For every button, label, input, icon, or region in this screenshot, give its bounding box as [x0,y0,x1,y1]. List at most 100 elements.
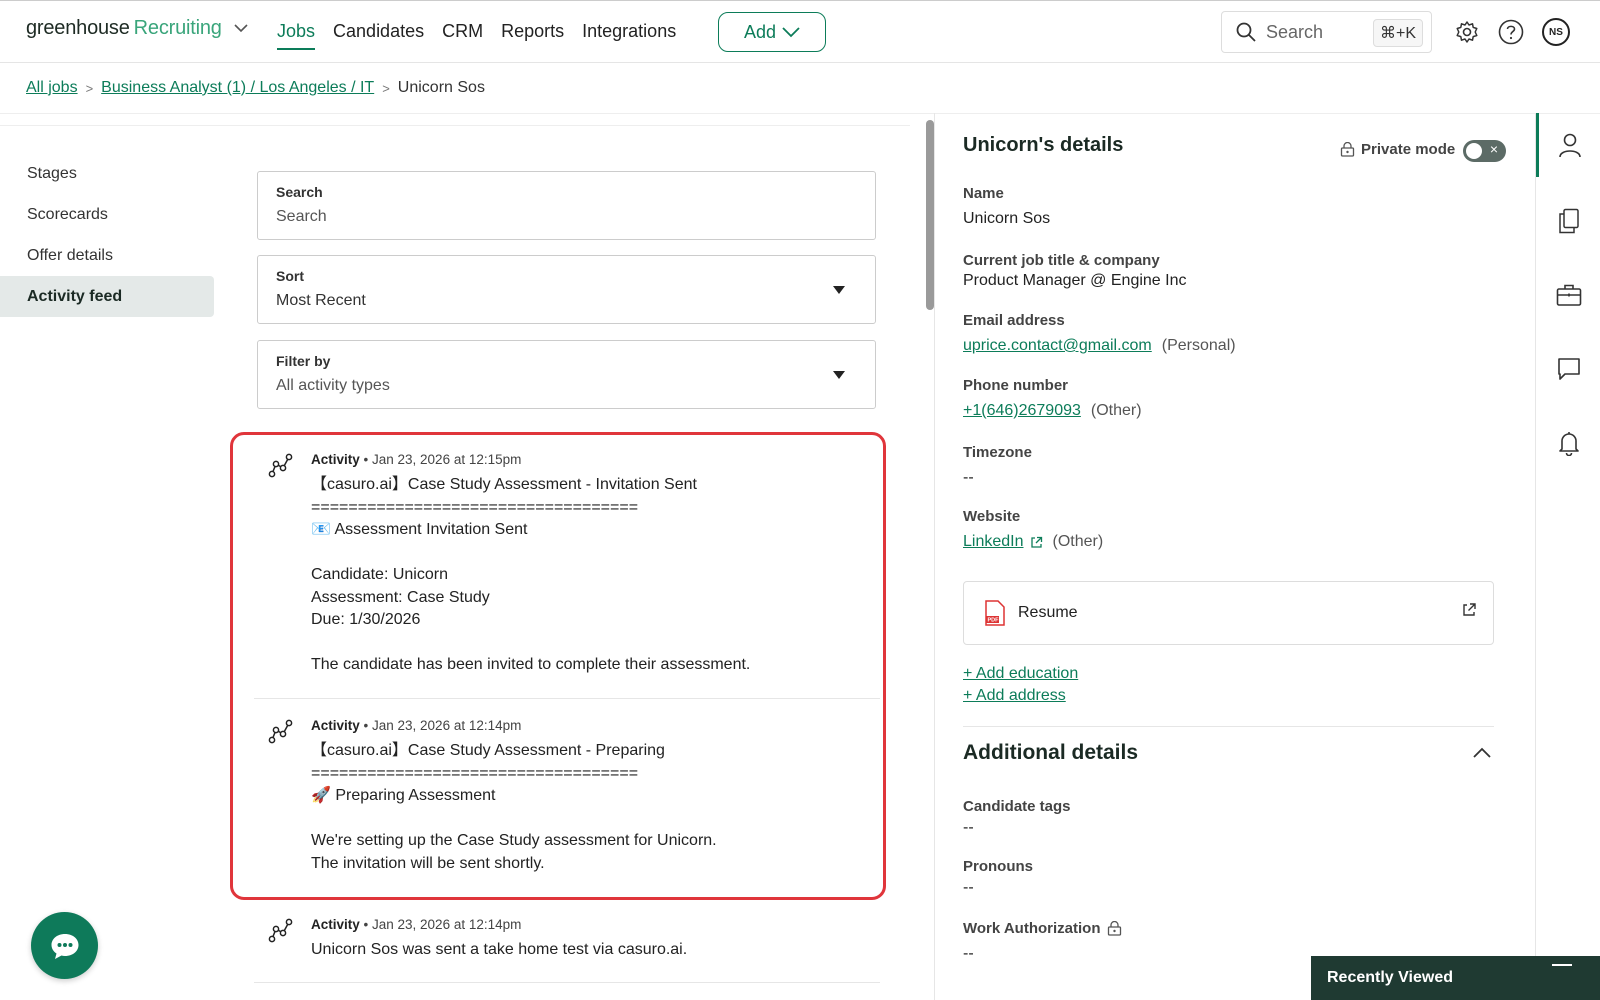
website-link[interactable]: LinkedIn [963,533,1024,551]
chevron-down-icon[interactable] [234,22,248,36]
private-mode-text: Private mode [1361,141,1456,158]
activity-graph-icon [268,452,294,483]
activity-divider [254,698,880,699]
app-logo[interactable]: greenhouse Recruiting [26,17,248,40]
bell-icon[interactable] [1536,411,1600,475]
chat-comment-icon[interactable] [1536,337,1600,401]
minimize-icon[interactable] [1552,964,1572,966]
work-auth-value: -- [963,945,974,963]
chevron-down-icon [782,26,800,37]
recently-viewed-label: Recently Viewed [1327,969,1453,986]
work-auth-text: Work Authorization [963,920,1101,937]
add-education-link[interactable]: + Add education [963,665,1078,683]
chevron-up-icon[interactable] [1473,745,1491,763]
phone-type: (Other) [1090,402,1142,419]
work-auth-value-text: -- [963,945,974,962]
pronouns-value: -- [963,879,974,897]
candidate-tags-label: Candidate tags [963,798,1071,815]
sidenav-item-activity-feed[interactable]: Activity feed [0,276,214,317]
breadcrumb-job[interactable]: Business Analyst (1) / Los Angeles / IT [101,79,374,97]
candidate-tags-value: -- [963,819,974,837]
email-label: Email address [963,312,1065,329]
sort-value: Most Recent [276,292,366,309]
nav-link-integrations[interactable]: Integrations [582,21,676,50]
website-type: (Other) [1052,533,1104,550]
sidenav-item-scorecards[interactable]: Scorecards [0,194,214,235]
activity-search-input[interactable]: Search [276,208,857,226]
recently-viewed-bar[interactable]: Recently Viewed [1311,956,1600,1000]
activity-header: Activity • Jan 23, 2026 at 12:14pm [311,917,888,932]
briefcase-icon[interactable] [1536,263,1600,327]
close-icon: × [1489,141,1498,157]
feed-scrollbar[interactable] [926,120,934,310]
help-icon[interactable] [1496,17,1526,47]
global-search-input[interactable]: Search ⌘+K [1221,11,1432,53]
dropdown-caret-icon [833,286,845,294]
documents-icon[interactable] [1536,189,1600,253]
settings-gear-icon[interactable] [1452,17,1482,47]
activity-search-field[interactable]: Search Search [257,171,876,240]
toggle-knob [1466,143,1482,159]
activity-header: Activity • Jan 23, 2026 at 12:15pm [311,452,888,467]
resume-card[interactable]: PDF Resume [963,581,1494,645]
sidenav-item-offer-details[interactable]: Offer details [0,235,214,276]
logo-main-text: greenhouse [26,17,130,39]
email-value: uprice.contact@gmail.com (Personal) [963,337,1236,355]
phone-value: +1(646)2679093 (Other) [963,402,1142,420]
add-button[interactable]: Add [718,12,826,52]
job-title-value: Product Manager @ Engine Inc [963,272,1186,290]
activity-item: Activity • Jan 23, 2026 at 12:14pm Unico… [268,917,888,962]
search-icon [1236,22,1256,42]
external-link-icon[interactable] [1030,536,1043,549]
breadcrumb-all-jobs[interactable]: All jobs [26,79,78,97]
private-mode-toggle[interactable]: × [1463,140,1506,162]
chat-bubble-icon [51,933,78,959]
work-auth-label: Work Authorization [963,920,1122,937]
website-value: LinkedIn (Other) [963,533,1103,551]
lock-icon [1340,142,1355,157]
dropdown-caret-icon [833,371,845,379]
email-link[interactable]: uprice.contact@gmail.com [963,337,1152,355]
sidenav-item-stages[interactable]: Stages [0,153,214,194]
activity-item: Activity • Jan 23, 2026 at 12:15pm 【casu… [268,452,888,677]
activity-body: 【casuro.ai】Case Study Assessment - Invit… [311,476,751,673]
name-text: Unicorn Sos [963,210,1051,227]
person-icon[interactable] [1536,113,1600,177]
nav-link-jobs[interactable]: Jobs [277,21,316,50]
activity-header: Activity • Jan 23, 2026 at 12:14pm [311,718,888,733]
candidate-tags-text: -- [963,819,974,836]
activity-divider [254,982,880,983]
website-label: Website [963,508,1021,525]
content-top-divider [0,125,910,126]
nav-link-reports[interactable]: Reports [501,21,564,50]
phone-link[interactable]: +1(646)2679093 [963,402,1081,420]
pronouns-label: Pronouns [963,858,1033,875]
filter-by-select[interactable]: Filter by All activity types [257,340,876,409]
nav-link-crm[interactable]: CRM [442,21,483,50]
filter-by-value: All activity types [276,377,390,394]
additional-details-title: Additional details [963,741,1139,764]
activity-body: 【casuro.ai】Case Study Assessment - Prepa… [311,742,717,872]
breadcrumb: All jobs > Business Analyst (1) / Los An… [26,79,485,97]
activity-search-label: Search [276,184,323,200]
resume-label: Resume [1018,604,1078,621]
sort-select[interactable]: Sort Most Recent [257,255,876,324]
search-shortcut-badge: ⌘+K [1372,19,1423,47]
chat-support-button[interactable] [31,912,98,979]
details-divider [963,726,1494,727]
timezone-label: Timezone [963,444,1032,461]
add-address-link[interactable]: + Add address [963,687,1066,705]
nav-link-candidates[interactable]: Candidates [333,21,424,50]
right-rail [1535,113,1600,1000]
breadcrumb-candidate: Unicorn Sos [397,79,485,96]
lock-icon [1107,921,1121,936]
name-value: Unicorn Sos [963,210,1050,228]
external-link-icon[interactable] [1461,602,1477,623]
job-title-text: Product Manager @ Engine Inc [963,272,1187,289]
breadcrumb-divider [0,113,1600,114]
user-avatar[interactable]: NS [1542,18,1570,46]
activity-date: • Jan 23, 2026 at 12:15pm [359,452,522,467]
candidate-sidenav: Stages Scorecards Offer details Activity… [0,153,214,317]
add-button-label: Add [743,21,777,42]
activity-type: Activity [311,718,360,733]
